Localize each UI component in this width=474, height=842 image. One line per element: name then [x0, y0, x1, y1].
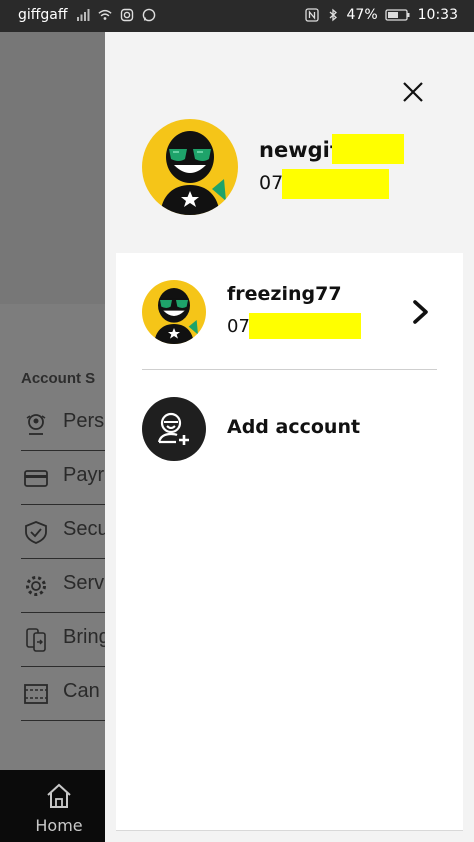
carrier-name: giffgaff: [18, 7, 68, 23]
redaction-block: [282, 169, 389, 199]
home-label: Home: [35, 816, 83, 835]
menu-item-label: Pers: [63, 410, 105, 432]
redaction-block: [332, 134, 404, 164]
clock: 10:33: [417, 7, 458, 23]
status-bar: giffgaff 47% 10:33: [0, 0, 474, 32]
menu-item-bring-number[interactable]: Bring: [21, 613, 111, 667]
phone-transfer-icon: [26, 628, 46, 652]
menu-item-label: Payr: [63, 464, 105, 486]
menu-item-label: Bring: [63, 626, 110, 648]
menu-item-label: Can: [63, 680, 100, 702]
add-user-icon: [157, 412, 189, 445]
current-account-name: newgif: [259, 138, 339, 162]
close-icon[interactable]: [398, 77, 428, 107]
instagram-icon: [120, 8, 133, 22]
menu-item-payment[interactable]: Payr: [21, 451, 111, 505]
card-bottom-divider: [116, 830, 463, 831]
shield-icon: [25, 521, 47, 544]
redaction-block: [249, 313, 361, 339]
home-icon: [47, 783, 71, 808]
menu-item-label: Serv: [63, 572, 105, 594]
signal-icon: [76, 9, 90, 21]
account-item-freezing77[interactable]: freezing77 07: [116, 253, 463, 369]
battery-percent: 47%: [346, 7, 378, 23]
add-account-button[interactable]: Add account: [116, 391, 463, 471]
add-account-icon: [142, 397, 206, 461]
current-account-number: 07: [259, 172, 284, 194]
menu-item-label: Secu: [63, 518, 109, 540]
current-account-avatar: [142, 119, 238, 215]
cancel-icon: [24, 684, 48, 704]
bluetooth-icon: [329, 8, 337, 22]
chevron-right-icon[interactable]: [409, 298, 433, 326]
gear-icon: [26, 576, 46, 596]
wifi-icon: [97, 9, 112, 20]
home-tab[interactable]: Home: [24, 778, 94, 838]
menu-item-personal[interactable]: Pers: [21, 397, 111, 451]
account-avatar: [142, 280, 206, 344]
nfc-icon: [304, 8, 319, 22]
battery-icon: [384, 9, 410, 21]
account-number: 07: [227, 316, 250, 337]
add-account-label: Add account: [227, 416, 361, 438]
accounts-card: freezing77 07 Add account: [116, 253, 463, 831]
menu-item-services[interactable]: Serv: [21, 559, 111, 613]
card-icon: [24, 470, 48, 487]
divider: [142, 369, 437, 370]
whatsapp-icon: [142, 8, 155, 22]
account-drawer: newgif 07 freezing77 07 Add account: [105, 32, 474, 842]
section-title: Account S: [21, 370, 96, 387]
profile-icon: [26, 414, 46, 435]
account-name: freezing77: [227, 283, 342, 305]
menu-item-cancel[interactable]: Can: [21, 667, 111, 721]
menu-item-security[interactable]: Secu: [21, 505, 111, 559]
